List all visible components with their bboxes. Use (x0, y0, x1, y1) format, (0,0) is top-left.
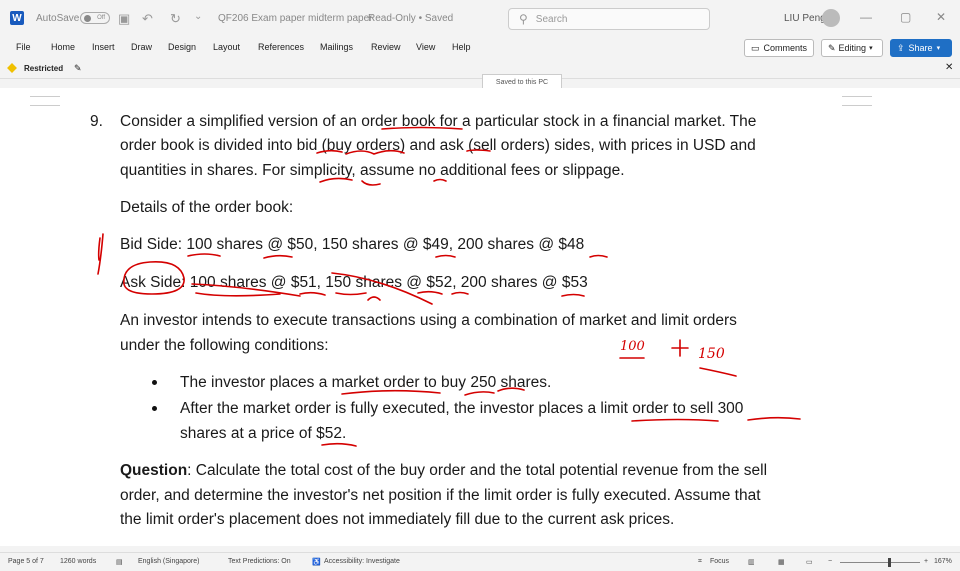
comment-icon: ▭ (751, 42, 760, 53)
autosave-label: AutoSave (36, 12, 80, 24)
paragraph-line: Consider a simplified version of an orde… (120, 113, 757, 130)
close-icon[interactable]: ✕ (936, 10, 946, 24)
search-icon: ⚲ (519, 12, 528, 26)
paragraph-line: order book is divided into bid (buy orde… (120, 137, 756, 154)
document-title: QF206 Exam paper midterm paper (218, 12, 373, 24)
menu-file[interactable]: File (16, 42, 31, 52)
language[interactable]: English (Singapore) (138, 558, 199, 565)
tag-icon (7, 63, 17, 73)
share-icon: ⇪ (897, 42, 905, 53)
accessibility-icon[interactable]: ♿ (312, 558, 321, 566)
menu-home[interactable]: Home (51, 42, 75, 52)
details-heading: Details of the order book: (120, 199, 294, 216)
accessibility-status[interactable]: Accessibility: Investigate (324, 558, 400, 565)
user-name[interactable]: LIU Peng (784, 0, 826, 36)
paragraph-line: quantities in shares. For simplicity, as… (120, 162, 625, 179)
question-text: : Calculate the total cost of the buy or… (187, 462, 768, 479)
menu-insert[interactable]: Insert (92, 42, 115, 52)
read-mode-icon[interactable]: ▥ (748, 558, 755, 566)
share-chevron-icon: ▾ (936, 45, 941, 52)
editing-label: Editing (838, 43, 867, 53)
menu-references[interactable]: References (258, 42, 304, 52)
zoom-in-icon[interactable]: + (924, 558, 928, 565)
question-paragraph: Question: Calculate the total cost of th… (120, 458, 767, 483)
menu-layout[interactable]: Layout (213, 42, 240, 52)
zoom-slider[interactable] (840, 558, 920, 567)
document-body[interactable]: 9. Consider a simplified version of an o… (0, 88, 960, 546)
bullet-dot (152, 380, 157, 385)
zoom-level[interactable]: 167% (934, 558, 952, 565)
pencil-edit-icon[interactable]: ✎ (74, 63, 82, 74)
word-count[interactable]: 1260 words (60, 558, 96, 565)
restricted-bar: Restricted ✎ ✕ (0, 60, 960, 79)
page-count[interactable]: Page 5 of 7 (8, 558, 44, 565)
menu-design[interactable]: Design (168, 42, 196, 52)
share-label: Share (908, 43, 933, 53)
save-icon[interactable]: ▣ (118, 11, 130, 27)
menu-view[interactable]: View (416, 42, 435, 52)
minimize-icon[interactable]: — (860, 10, 872, 24)
bullet-item: The investor places a market order to bu… (180, 374, 552, 391)
autosave-toggle[interactable]: Off (80, 12, 110, 24)
focus-icon[interactable]: ⌗ (698, 558, 702, 566)
menu-help[interactable]: Help (452, 42, 471, 52)
editing-button[interactable]: ✎ Editing ▾ (821, 39, 883, 57)
chevron-down-icon: ▾ (869, 45, 873, 52)
pencil-icon: ✎ (828, 42, 836, 53)
question-label: Question (120, 462, 188, 479)
paragraph-line: under the following conditions: (120, 337, 329, 354)
bullet-item-continued: shares at a price of $52. (180, 425, 347, 442)
search-placeholder: Search (535, 13, 568, 25)
paragraph-line: order, and determine the investor's net … (120, 487, 761, 504)
title-bar: W AutoSave Off ▣ ↶ ↻ ⌄ QF206 Exam paper … (0, 0, 960, 36)
word-logo-icon: W (10, 11, 24, 25)
menu-review[interactable]: Review (371, 42, 401, 52)
paragraph-line: An investor intends to execute transacti… (120, 312, 737, 329)
bid-side-line: Bid Side: 100 shares @ $50, 150 shares @… (120, 236, 585, 253)
bullet-item: After the market order is fully executed… (180, 400, 744, 417)
close-bar-icon[interactable]: ✕ (945, 62, 953, 73)
zoom-slider-thumb[interactable] (888, 558, 891, 567)
document-page[interactable]: 9. Consider a simplified version of an o… (0, 88, 960, 546)
restricted-label[interactable]: Restricted (24, 64, 63, 73)
print-layout-icon[interactable]: ▦ (778, 558, 785, 566)
document-status[interactable]: Read-Only • Saved (368, 0, 453, 36)
maximize-icon[interactable]: ▢ (900, 10, 911, 24)
undo-icon[interactable]: ↶ (142, 11, 153, 27)
ask-side-line: Ask Side: 100 shares @ $51, 150 shares @… (120, 274, 588, 291)
menu-mailings[interactable]: Mailings (320, 42, 353, 52)
bullet-dot (152, 406, 157, 411)
search-box[interactable]: ⚲ Search (508, 8, 710, 30)
menu-bar: File Home Insert Draw Design Layout Refe… (0, 36, 960, 60)
proofing-icon[interactable]: ▤ (116, 558, 123, 566)
web-layout-icon[interactable]: ▭ (806, 558, 813, 566)
redo-icon[interactable]: ↻ (170, 11, 181, 27)
paragraph-line: the limit order's placement does not imm… (120, 511, 675, 528)
share-button[interactable]: ⇪ Share ▾ (890, 39, 952, 57)
text-predictions[interactable]: Text Predictions: On (228, 558, 291, 565)
avatar[interactable] (822, 9, 840, 27)
zoom-out-icon[interactable]: − (828, 558, 832, 565)
customize-chevron-icon[interactable]: ⌄ (194, 11, 202, 22)
question-number: 9. (90, 113, 103, 130)
menu-draw[interactable]: Draw (131, 42, 152, 52)
comments-button[interactable]: ▭ Comments (744, 39, 814, 57)
comments-label: Comments (763, 43, 808, 53)
status-bar: Page 5 of 7 1260 words ▤ English (Singap… (0, 552, 960, 571)
focus-mode[interactable]: Focus (710, 558, 729, 565)
